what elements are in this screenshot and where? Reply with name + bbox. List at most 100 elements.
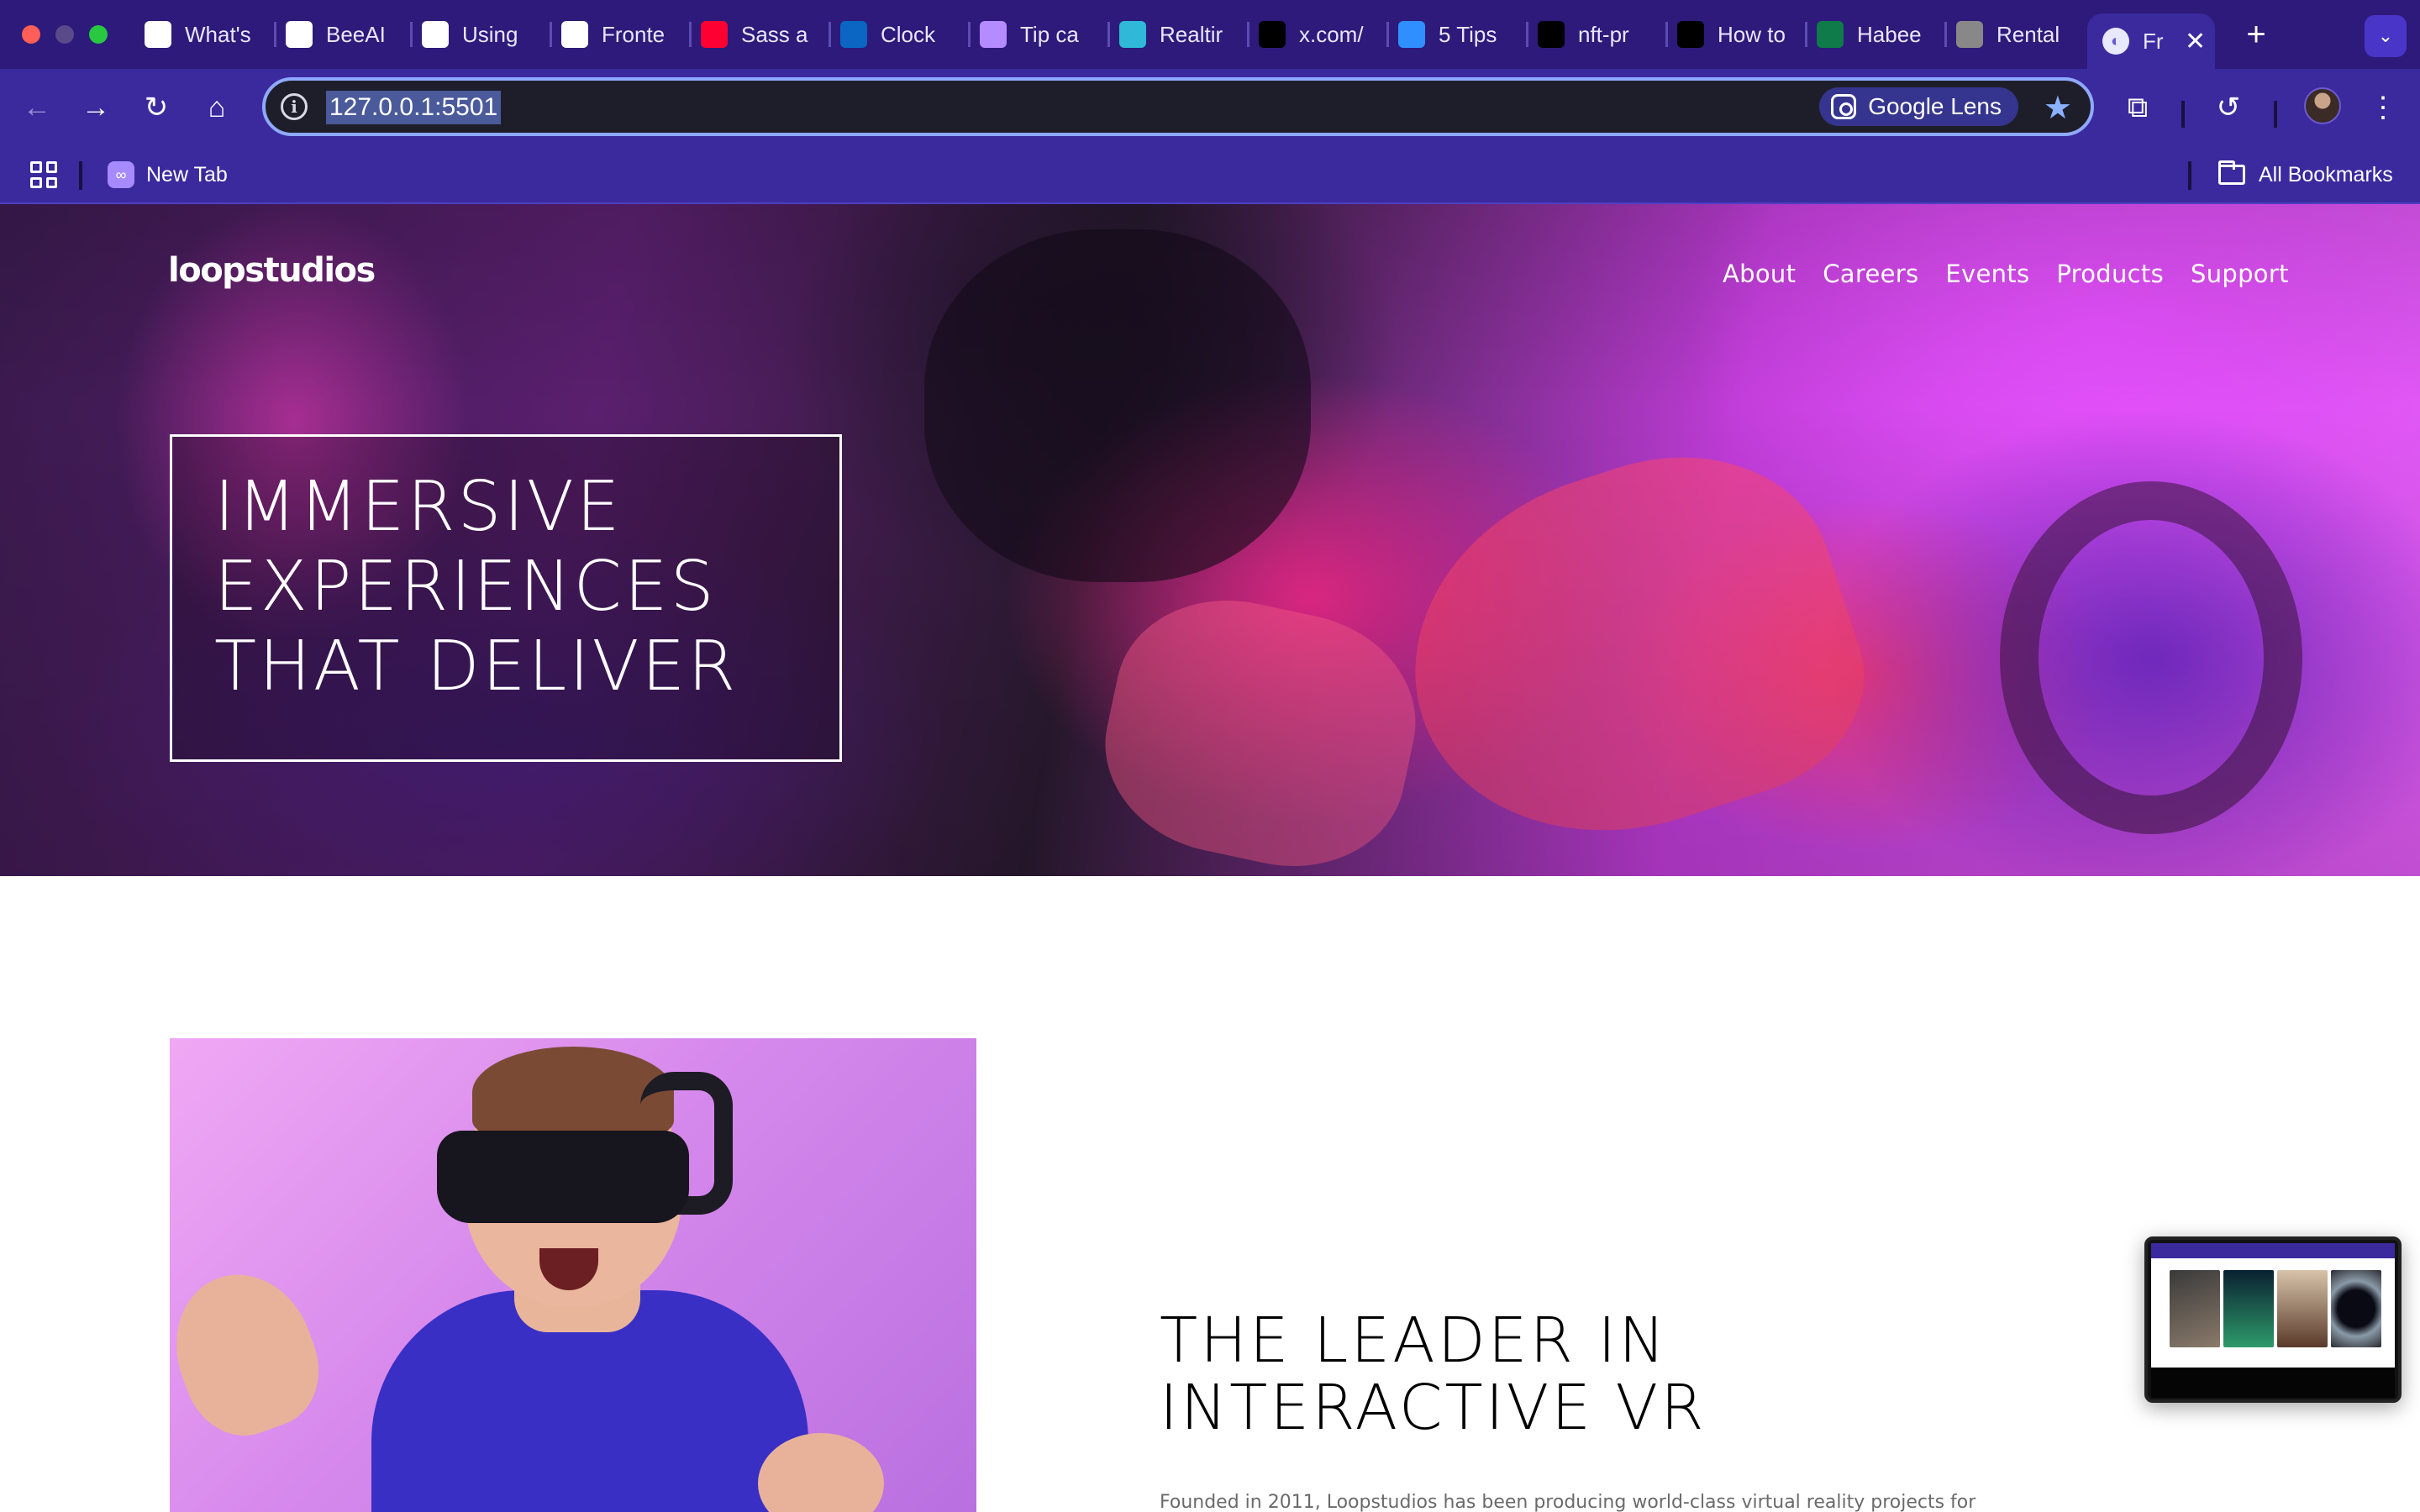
tab-divider [1107, 22, 1110, 47]
new-tab-icon: ∞ [108, 161, 134, 188]
tab-strip: What's BeeAI Using Fronte Sass a Clock Tip ca R… [0, 0, 2420, 69]
all-bookmarks-button[interactable]: All Bookmarks [2218, 156, 2393, 193]
tab-spinner[interactable]: 5 Tips [1398, 13, 1523, 55]
home-button[interactable]: ⌂ [193, 84, 240, 131]
tab-globe[interactable]: Rental [1956, 13, 2081, 55]
profile-avatar[interactable] [2304, 87, 2341, 124]
section-title-line: INTERACTIVE VR [1160, 1372, 1707, 1444]
toolbar: ← → ↻ ⌂ i 127.0.0.1:5501 Google Lens ★ ⧉… [0, 69, 2420, 146]
preview-card [2223, 1270, 2274, 1347]
globe-icon [1956, 21, 1983, 48]
nav-link-support[interactable]: Support [2191, 260, 2289, 288]
tab-frontend-mentor[interactable]: Fronte [561, 13, 686, 55]
google-lens-button[interactable]: Google Lens [1819, 87, 2018, 126]
close-window-button[interactable] [22, 25, 40, 44]
tab-divider [1944, 22, 1947, 47]
folder-icon [2218, 160, 2245, 185]
brain-icon [980, 21, 1007, 48]
hero-section: loopstudios About Careers Events Product… [0, 204, 2420, 876]
github-icon [286, 21, 313, 48]
tab-realtor[interactable]: Realtir [1119, 13, 1244, 55]
live-server-icon: ◐ [2102, 28, 2129, 55]
tab-habee[interactable]: Habee [1817, 13, 1941, 55]
tab-label: Fronte [602, 21, 666, 47]
frontend-mentor-icon [561, 21, 588, 48]
lens-icon [1831, 94, 1857, 119]
bookmark-label: New Tab [146, 162, 228, 186]
new-tab-button[interactable]: + [2235, 13, 2277, 55]
bookmark-star-icon[interactable]: ★ [2044, 89, 2072, 127]
tab-divider [410, 22, 413, 47]
google-lens-label: Google Lens [1868, 93, 2002, 119]
address-text[interactable]: 127.0.0.1:5501 [326, 91, 502, 124]
tab-label: x.com/ [1299, 21, 1364, 47]
tab-label: Clock [881, 21, 936, 47]
apps-grid-icon[interactable] [30, 161, 57, 188]
bookmarks-divider [2188, 161, 2191, 190]
tab-label: Rental [1996, 21, 2060, 47]
back-button[interactable]: ← [13, 84, 60, 131]
screenshot-preview-thumbnail[interactable] [2144, 1236, 2402, 1403]
nav-link-about[interactable]: About [1723, 260, 1796, 288]
cz-icon [422, 21, 449, 48]
tab-label: Tip ca [1020, 21, 1079, 47]
toolbar-divider [2274, 101, 2277, 128]
tab-label: 5 Tips [1439, 21, 1497, 47]
tab-active[interactable]: ◐ Fr ✕ [2087, 13, 2215, 69]
tab-search-button[interactable]: ⌄ [2365, 15, 2407, 57]
site-logo[interactable]: loopstudios [168, 251, 376, 290]
tab-github[interactable]: BeeAI [286, 13, 410, 55]
forward-button[interactable]: → [72, 84, 119, 131]
tab-youtube[interactable]: Sass a [701, 13, 825, 55]
tab-label: What's [185, 21, 251, 47]
preview-card [2170, 1270, 2220, 1347]
minimize-window-button[interactable] [55, 25, 74, 44]
site-info-icon[interactable]: i [281, 93, 308, 120]
tab-cz[interactable]: Using [422, 13, 546, 55]
chrome-icon [145, 21, 171, 48]
maximize-window-button[interactable] [89, 25, 108, 44]
spinner-icon [1398, 21, 1425, 48]
tab-label: Fr [2143, 28, 2164, 54]
tab-divider [274, 22, 276, 47]
tab-divider [689, 22, 692, 47]
tab-x[interactable]: x.com/ [1259, 13, 1383, 55]
close-tab-icon[interactable]: ✕ [2185, 27, 2206, 56]
site-nav: About Careers Events Products Support [1723, 260, 2289, 288]
tab-divider [1247, 22, 1249, 47]
menu-icon[interactable]: ⋮ [2360, 84, 2407, 131]
tab-label: How to [1718, 21, 1786, 47]
tab-vercel[interactable]: nft-pr [1538, 13, 1662, 55]
address-bar[interactable]: i 127.0.0.1:5501 Google Lens ★ [262, 77, 2094, 136]
habee-icon [1817, 21, 1844, 48]
preview-footer [2151, 1368, 2395, 1398]
preview-card [2277, 1270, 2328, 1347]
tab-label: Realtir [1160, 21, 1223, 47]
tab-label: Habee [1857, 21, 1922, 47]
tab-divider [968, 22, 971, 47]
reload-button[interactable]: ↻ [133, 84, 180, 131]
preview-page [2151, 1258, 2395, 1398]
extensions-icon[interactable]: ⧉ [2114, 84, 2161, 131]
tab-divider [1526, 22, 1528, 47]
x-icon [1259, 21, 1286, 48]
preview-chrome [2151, 1243, 2395, 1258]
nav-link-careers[interactable]: Careers [1823, 260, 1918, 288]
nav-link-products[interactable]: Products [2056, 260, 2164, 288]
hero-headline-box: IMMERSIVE EXPERIENCES THAT DELIVER [170, 434, 842, 762]
tab-chrome[interactable]: What's [145, 13, 269, 55]
tab-brain[interactable]: Tip ca [980, 13, 1104, 55]
tab-divider [829, 22, 831, 47]
tab-medium[interactable]: How to [1677, 13, 1802, 55]
tab-linkedin[interactable]: Clock [840, 13, 965, 55]
youtube-icon [701, 21, 728, 48]
nav-link-events[interactable]: Events [1945, 260, 2029, 288]
hero-title-line: THAT DELIVER [214, 627, 739, 706]
tab-divider [1665, 22, 1668, 47]
hero-title-line: EXPERIENCES [214, 547, 717, 627]
history-icon[interactable]: ↺ [2205, 84, 2252, 131]
vr-person-image [170, 1038, 976, 1512]
bookmark-new-tab[interactable]: ∞ New Tab [108, 156, 228, 193]
bookmarks-bar: ∞ New Tab All Bookmarks [0, 146, 2420, 204]
tab-label: Sass a [741, 21, 808, 47]
